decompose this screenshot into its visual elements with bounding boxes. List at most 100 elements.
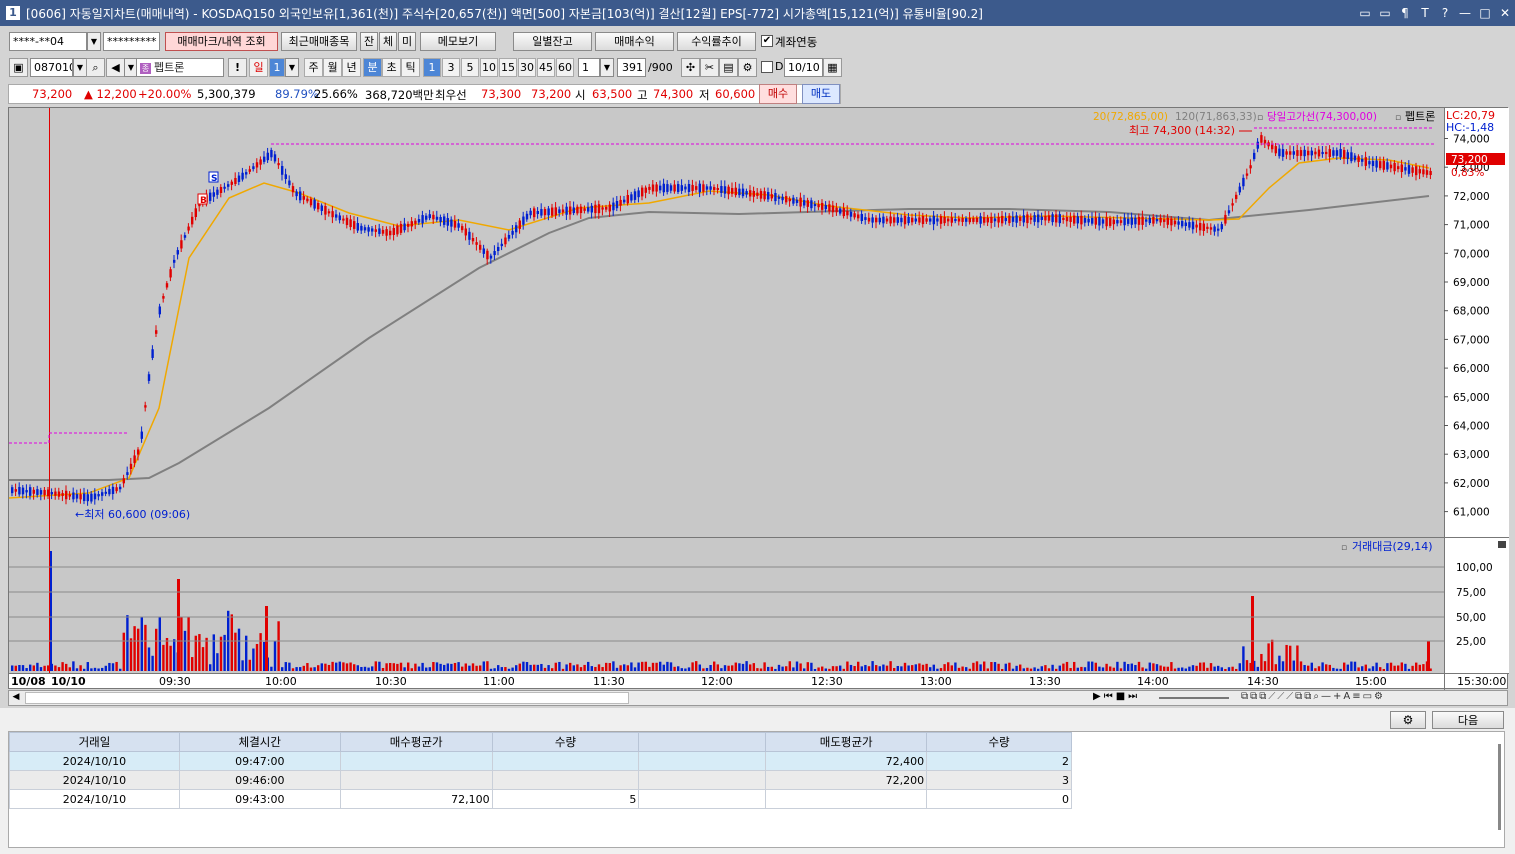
volume-bar [237,628,241,671]
volume-bar [749,664,752,671]
help-icon[interactable]: ? [1435,6,1455,20]
minute-30-button[interactable]: 30 [518,58,536,77]
candle-body [1364,157,1367,166]
scroll-thumb[interactable] [25,692,629,704]
settings-button[interactable]: ⚙ [1390,711,1426,729]
alert-icon[interactable]: ! [228,58,247,77]
ma120-legend: 120(71,863,33) [1175,111,1257,123]
speaker-icon[interactable]: ◀ [106,58,125,77]
chart-tool-icons[interactable]: ⧉⧉⧉⟋⟋⟋⧉⧉⌕—+A≡▭⚙ [1241,691,1385,702]
screen-icon[interactable]: ▣ [9,58,28,77]
minute-1-button[interactable]: 1 [423,58,441,77]
volume-bar [878,666,881,671]
x-tick-label: 14:00 [1137,675,1169,688]
account-dropdown-icon[interactable]: ▼ [87,32,101,51]
candle-body [831,205,835,213]
next-button[interactable]: 다음 [1432,711,1504,729]
count-field[interactable]: 391 [617,58,646,77]
minute-15-button[interactable]: 15 [499,58,517,77]
volume-bar [1371,666,1375,671]
crosshair-icon[interactable]: ✣ [681,58,700,77]
candle-body [864,217,867,220]
password-field[interactable]: ********* [103,32,160,51]
stock-code-field[interactable]: 087010 [30,58,73,77]
volume-bar [111,663,115,671]
x-tick-label: 10:00 [265,675,297,688]
buy-button[interactable]: 매수 [759,84,797,104]
link-icon[interactable]: ▭ [1375,6,1395,20]
maximize-icon[interactable]: □ [1475,6,1495,20]
account-field[interactable]: ****-**04 [9,32,87,51]
period-week-button[interactable]: 주 [304,58,323,77]
pin-icon[interactable]: ¶ [1395,6,1415,20]
trade-marks-button[interactable]: 매매마크/내역 조회 [165,32,278,51]
balance-button[interactable]: 잔 [360,32,378,51]
unit-dropdown-icon[interactable]: ▼ [600,58,614,77]
gear-icon[interactable]: ⚙ [738,58,757,77]
minute-10-button[interactable]: 10 [480,58,498,77]
playback-controls[interactable]: ▶⏮■⏭ [1093,691,1140,702]
minute-45-button[interactable]: 45 [537,58,555,77]
volume-bar [846,661,849,671]
save-icon[interactable]: ▤ [719,58,738,77]
code-dropdown-icon[interactable]: ▼ [73,58,87,77]
table-row[interactable]: 2024/10/10 09:43:00 72,100 5 0 [9,789,1072,809]
calendar-icon[interactable]: ▦ [823,58,842,77]
period-month-button[interactable]: 월 [323,58,342,77]
date-field[interactable]: 10/10 [784,58,823,77]
date-checkbox[interactable] [761,61,773,73]
cell-time: 09:43:00 [178,789,341,809]
recent-trades-button[interactable]: 최근매매종목 [281,32,357,51]
candle-body [291,186,295,193]
volume-bar [1091,661,1094,671]
volume-bar [702,668,705,671]
account-link-checkbox[interactable]: ✔ [761,35,773,47]
volume-tick-label: 75,00 [1456,587,1486,599]
memo-button[interactable]: 메모보기 [420,32,496,51]
unfilled-button[interactable]: 미 [398,32,416,51]
unit-field[interactable]: 1 [578,58,600,77]
chart-area[interactable]: BS 74,000 73,000 72,000 71,000 70,000 69,000 6… [8,107,1509,690]
sell-button[interactable]: 매도 [802,84,840,104]
font-icon[interactable]: T [1415,6,1435,20]
minute-60-button[interactable]: 60 [556,58,574,77]
volume-bar [1404,663,1407,671]
volume-bar [1335,668,1339,671]
period-second-button[interactable]: 초 [382,58,401,77]
return-trend-button[interactable]: 수익률추이 [677,32,756,51]
trade-profit-button[interactable]: 매매수익 [595,32,674,51]
period-year-button[interactable]: 년 [342,58,361,77]
stock-name-field[interactable]: 종 펩트론 [136,58,224,77]
minute-5-button[interactable]: 5 [461,58,479,77]
period-tick-button[interactable]: 틱 [401,58,420,77]
period-day-count[interactable]: 1 [269,58,285,77]
restore-icon[interactable]: ▭ [1355,6,1375,20]
executed-button[interactable]: 체 [379,32,397,51]
candle-body [1371,160,1375,166]
candle-body [572,207,575,214]
tools-icon[interactable]: ✂ [700,58,719,77]
scroll-left-icon[interactable]: ◀ [10,692,22,704]
period-day-button[interactable]: 일 [249,58,268,77]
period-dropdown-icon[interactable]: ▼ [285,58,299,77]
minimize-icon[interactable]: — [1455,6,1475,20]
price-chart[interactable]: BS 74,00073,00072,00071,00070,00069,0006… [8,108,1509,690]
period-minute-button[interactable]: 분 [363,58,382,77]
table-row[interactable]: 2024/10/10 09:46:00 72,200 3 [9,770,1072,790]
search-icon[interactable]: ⌕ [86,58,105,77]
candle-body [896,217,899,223]
volume-bar [396,663,399,671]
zoom-slider[interactable] [1159,697,1229,699]
volume-bar [54,665,57,671]
table-row[interactable]: 2024/10/10 09:47:00 72,400 2 [9,751,1072,771]
chart-scrollbar[interactable]: ◀ ▶⏮■⏭ ⧉⧉⧉⟋⟋⟋⧉⧉⌕—+A≡▭⚙ [8,690,1508,706]
minute-3-button[interactable]: 3 [442,58,460,77]
daily-balance-button[interactable]: 일별잔고 [513,32,592,51]
table-scrollbar[interactable] [1498,744,1501,830]
y-tick-label: 72,000 [1453,191,1490,203]
volume-bar [939,668,943,671]
cell-sell-qty: 0 [926,789,1072,809]
close-icon[interactable]: ✕ [1495,6,1515,20]
volume-close-icon[interactable] [1498,541,1506,548]
day-high-legend: 당일고가선(74,300,00) [1267,110,1377,123]
